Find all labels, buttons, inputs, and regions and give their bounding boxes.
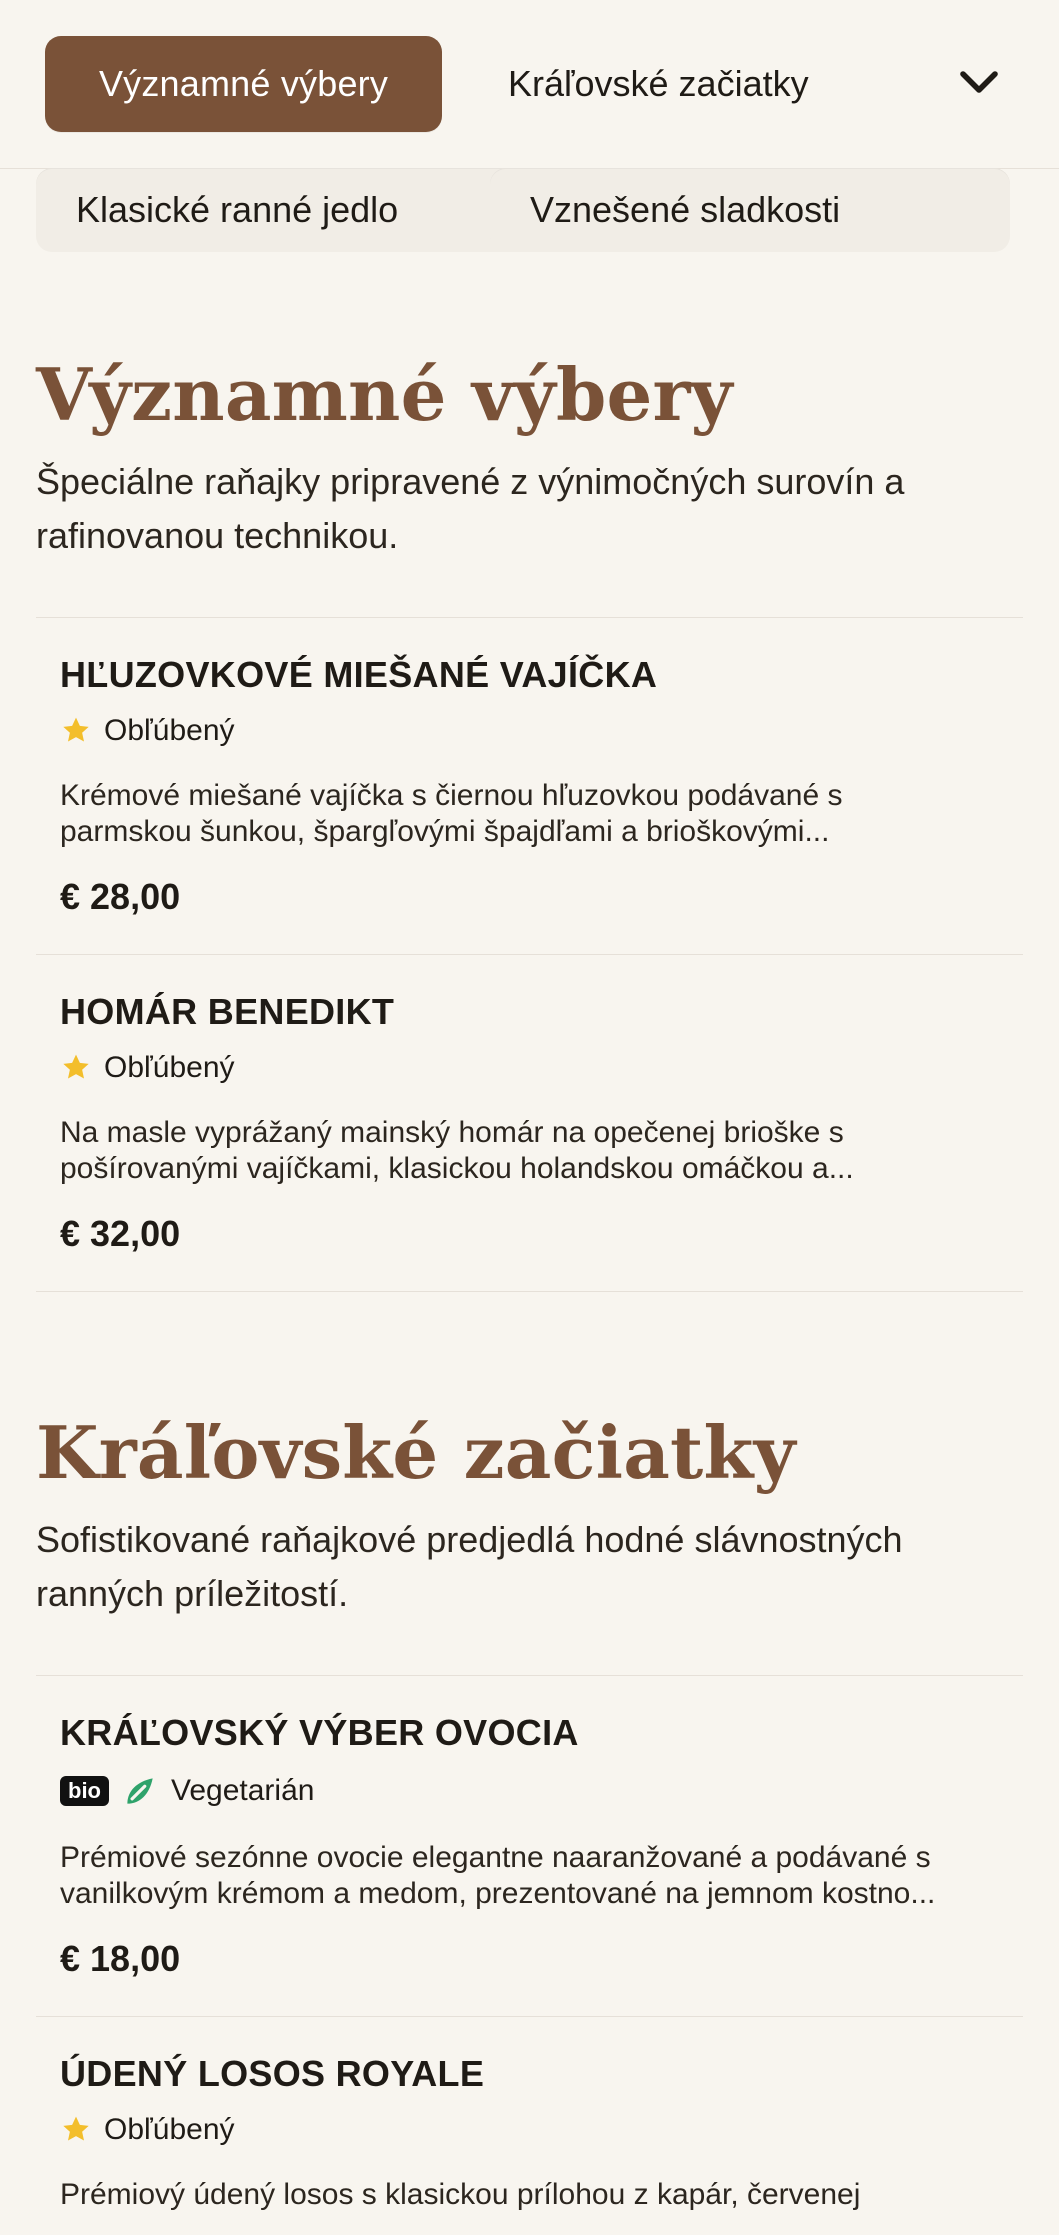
- item-title: HOMÁR BENEDIKT: [60, 991, 395, 1032]
- star-icon: [63, 1054, 89, 1079]
- top-nav: Významné výbery Kráľovské začiatky: [0, 0, 1059, 168]
- item-title: KRÁĽOVSKÝ VÝBER OVOCIA: [60, 1712, 579, 1753]
- item-meta: bio Vegetarián: [60, 1772, 999, 1810]
- section-description: Špeciálne raňajky pripravené z výnimočný…: [36, 461, 905, 556]
- item-description: Prémiový údený losos s klasickou príloho…: [60, 2177, 999, 2213]
- desc-line: vanilkovým krémom a medom, prezentované …: [60, 1877, 936, 1910]
- star-icon: [63, 2116, 89, 2141]
- bio-badge: bio: [60, 1776, 109, 1806]
- chip-label: Vznešené sladkosti: [530, 189, 841, 230]
- item-meta: Obľúbený: [60, 2113, 999, 2147]
- chip-vznesene-sladkosti[interactable]: Vznešené sladkosti: [490, 168, 1010, 252]
- desc-line: Na masle vyprážaný mainský homár na opeč…: [60, 1116, 844, 1149]
- menu-item[interactable]: HĽUZOVKOVÉ MIEŠANÉ VAJÍČKA Obľúbený Krém…: [36, 618, 1023, 955]
- badge-label: Obľúbený: [104, 714, 235, 747]
- section-title: Kráľovské začiatky: [36, 1410, 796, 1495]
- menu-item[interactable]: HOMÁR BENEDIKT Obľúbený Na masle vypráža…: [36, 955, 1023, 1292]
- desc-line: parmskou šunkou, špargľovými špajdľami a…: [60, 815, 830, 848]
- section-description: Sofistikované raňajkové predjedlá hodné …: [36, 1519, 903, 1614]
- item-meta: Obľúbený: [60, 714, 999, 748]
- badge-label: Obľúbený: [104, 2113, 235, 2146]
- section-vyznamne-vybery: Významné výbery Špeciálne raňajky pripra…: [36, 352, 1023, 1292]
- page: Významné výbery Kráľovské začiatky Klasi…: [0, 0, 1059, 2235]
- tab-label: Kráľovské začiatky: [508, 63, 809, 104]
- tab-vyznamne-vybery[interactable]: Významné výbery: [45, 36, 442, 132]
- desc-line: pošírovanými vajíčkami, klasickou holand…: [60, 1152, 854, 1185]
- desc-line: Prémiový údený losos s klasickou príloho…: [60, 2178, 861, 2211]
- item-description: Krémové miešané vajíčka s čiernou hľuzov…: [60, 778, 999, 850]
- item-price: € 28,00: [60, 876, 181, 917]
- item-title: HĽUZOVKOVÉ MIEŠANÉ VAJÍČKA: [60, 654, 658, 695]
- item-title: ÚDENÝ LOSOS ROYALE: [60, 2053, 485, 2094]
- desc-line: Krémové miešané vajíčka s čiernou hľuzov…: [60, 779, 843, 812]
- tab-label: Významné výbery: [98, 63, 389, 104]
- item-price: € 18,00: [60, 1938, 181, 1979]
- chevron-down-icon[interactable]: [955, 58, 1003, 106]
- section-kralovske-zaciatky: Kráľovské začiatky Sofistikované raňajko…: [36, 1410, 1023, 2235]
- section-title: Významné výbery: [36, 352, 733, 437]
- category-chips: Klasické ranné jedlo Vznešené sladkosti: [36, 168, 1023, 252]
- menu-item[interactable]: ÚDENÝ LOSOS ROYALE Obľúbený Prémiový úde…: [36, 2017, 1023, 2235]
- item-meta: Obľúbený: [60, 1051, 999, 1085]
- tab-kralovske-zaciatky[interactable]: Kráľovské začiatky: [508, 36, 809, 132]
- star-icon: [63, 717, 89, 742]
- badge-label: Obľúbený: [104, 1051, 235, 1084]
- item-description: Prémiové sezónne ovocie elegantne naaran…: [60, 1840, 999, 1912]
- chip-label: Klasické ranné jedlo: [76, 189, 399, 230]
- badge-label: Vegetarián: [171, 1774, 315, 1807]
- item-description: Na masle vyprážaný mainský homár na opeč…: [60, 1115, 999, 1187]
- item-price: € 32,00: [60, 1213, 181, 1254]
- menu-item[interactable]: KRÁĽOVSKÝ VÝBER OVOCIA bio Vegetarián Pr…: [36, 1676, 1023, 2017]
- chip-klasicke-ranne-jedlo[interactable]: Klasické ranné jedlo: [36, 168, 546, 252]
- desc-line: Prémiové sezónne ovocie elegantne naaran…: [60, 1841, 931, 1874]
- vegetarian-leaf-icon: [127, 1778, 153, 1804]
